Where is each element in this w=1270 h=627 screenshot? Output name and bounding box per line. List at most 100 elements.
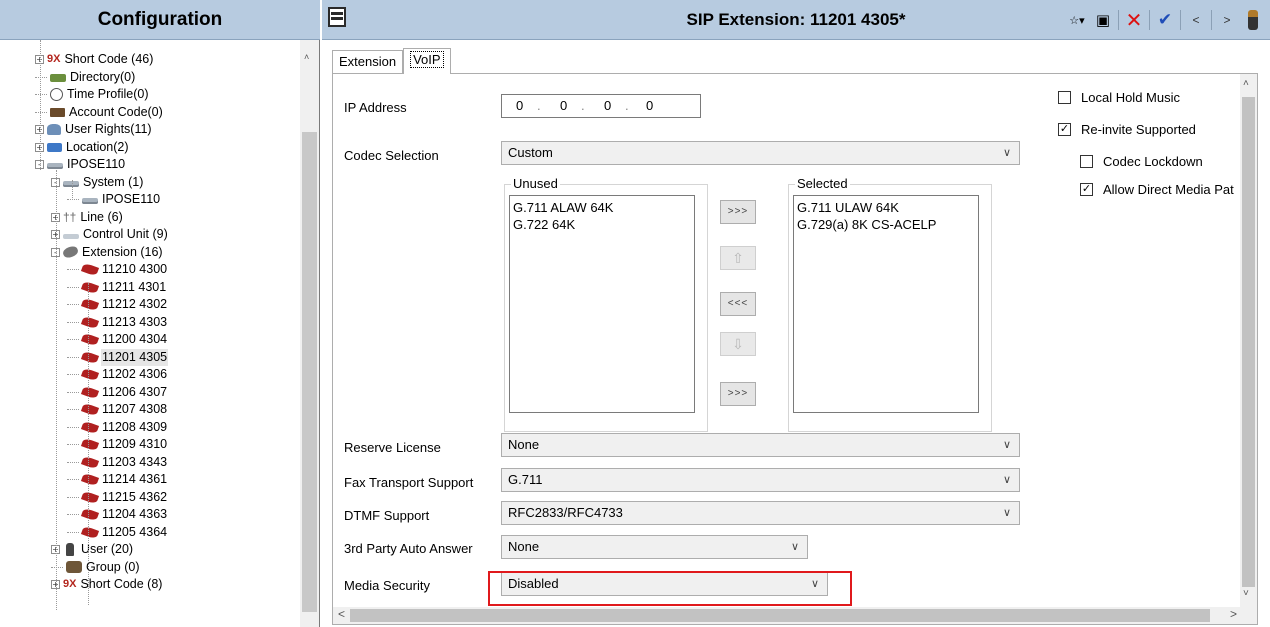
tree-item[interactable]: 11201 4305 xyxy=(67,348,169,366)
checkbox-box[interactable]: ✓ xyxy=(1058,123,1071,136)
save-icon[interactable]: ▣ xyxy=(1092,9,1114,31)
tree-item[interactable]: - System (1) xyxy=(51,174,144,191)
codec-selection-dropdown[interactable]: Custom ∨ xyxy=(501,141,1020,165)
sip-extension-header: SIP Extension: 11201 4305* ☆▾ ▣ ✕ ✔ < > xyxy=(322,0,1270,40)
auto-answer-value: None xyxy=(508,539,540,554)
tree-item-label: 11212 4302 xyxy=(102,297,168,311)
horizontal-scroll-thumb[interactable] xyxy=(350,609,1210,622)
vertical-scrollbar[interactable]: ˄ ˅ xyxy=(1240,74,1257,609)
chevron-down-icon: ∨ xyxy=(1002,507,1011,519)
ip-octet-2[interactable]: 0 xyxy=(560,95,567,117)
tree-item[interactable]: 11214 4361 xyxy=(67,471,168,488)
dtmf-support-dropdown[interactable]: RFC2833/RFC4733 ∨ xyxy=(501,501,1020,525)
remove-codec-button[interactable]: <<< xyxy=(720,292,756,316)
user-figure-icon[interactable] xyxy=(1242,9,1264,31)
tree-item[interactable]: 11208 4309 xyxy=(67,419,168,436)
checkbox-box[interactable] xyxy=(1058,91,1071,104)
tree-item-label: IPOSE110 xyxy=(67,157,126,171)
fax-transport-dropdown[interactable]: G.711 ∨ xyxy=(501,468,1020,492)
account-code-icon xyxy=(50,107,65,117)
tree-item[interactable]: + †† Line (6) xyxy=(51,209,124,226)
tree-item[interactable]: 11212 4302 xyxy=(67,296,168,313)
selected-codecs-list[interactable]: G.711 ULAW 64K G.729(a) 8K CS-ACELP xyxy=(793,195,979,413)
add-all-codecs-button[interactable]: >>> xyxy=(720,382,756,406)
new-icon[interactable]: ☆▾ xyxy=(1066,9,1088,31)
sip-extension-pane: SIP Extension: 11201 4305* ☆▾ ▣ ✕ ✔ < > … xyxy=(322,0,1270,627)
codec-lockdown-checkbox[interactable]: Codec Lockdown xyxy=(1080,154,1203,169)
move-down-button[interactable]: ⇩ xyxy=(720,332,756,356)
list-item[interactable]: G.722 64K xyxy=(513,216,691,233)
extension-icon xyxy=(80,455,100,469)
tree-item[interactable]: Account Code(0) xyxy=(35,104,164,121)
tree-item[interactable]: Group (0) xyxy=(51,559,141,576)
tree-item[interactable]: 11202 4306 xyxy=(67,366,168,383)
checkbox-box[interactable] xyxy=(1080,155,1093,168)
tree-connector xyxy=(67,269,79,270)
tree-item[interactable]: 11205 4364 xyxy=(67,524,168,541)
tree-item[interactable]: + Location(2) xyxy=(35,139,130,156)
tree-item[interactable]: 11203 4343 xyxy=(67,454,168,471)
tree-item[interactable]: 11200 4304 xyxy=(67,331,168,348)
tree-item[interactable]: +9X Short Code (8) xyxy=(51,576,163,593)
tree-connector xyxy=(67,321,79,323)
scroll-right-arrow-icon[interactable]: > xyxy=(1230,607,1237,621)
tree-item[interactable]: 11210 4300 xyxy=(67,261,168,278)
tab-voip[interactable]: VoIP xyxy=(403,48,451,74)
tree-item[interactable]: + Control Unit (9) xyxy=(51,226,169,243)
tree-item[interactable]: +9X Short Code (46) xyxy=(35,51,154,68)
tree-scroll-thumb[interactable] xyxy=(302,132,317,612)
ip-octet-4[interactable]: 0 xyxy=(646,95,653,117)
next-icon[interactable]: > xyxy=(1216,9,1238,31)
scroll-down-arrow-icon[interactable]: ˅ xyxy=(1243,588,1249,599)
list-item[interactable]: G.711 ULAW 64K xyxy=(797,199,975,216)
tree-item-label: Group (0) xyxy=(86,559,140,574)
delete-icon[interactable]: ✕ xyxy=(1123,9,1145,32)
horizontal-scrollbar[interactable]: < > xyxy=(333,607,1257,624)
auto-answer-dropdown[interactable]: None ∨ xyxy=(501,535,808,559)
checkbox-box[interactable]: ✓ xyxy=(1080,183,1093,196)
scroll-up-arrow-icon[interactable]: ˄ xyxy=(1243,78,1249,89)
ip-address-field[interactable]: 0 . 0 . 0 . 0 xyxy=(501,94,701,118)
tree-item[interactable]: 11209 4310 xyxy=(67,436,168,453)
tree-item[interactable]: 11204 4363 xyxy=(67,506,168,523)
tree-item[interactable]: IPOSE110 xyxy=(67,191,161,208)
unused-codecs-list[interactable]: G.711 ALAW 64K G.722 64K xyxy=(509,195,695,413)
add-codec-button[interactable]: >>> xyxy=(720,200,756,224)
list-item[interactable]: G.711 ALAW 64K xyxy=(513,199,691,216)
tree-item[interactable]: 11207 4308 xyxy=(67,401,168,418)
tree-item[interactable]: + User (20) xyxy=(51,541,134,558)
tree-item-label: Short Code (46) xyxy=(64,52,154,66)
tree-item[interactable]: Directory(0) xyxy=(35,69,136,86)
list-item[interactable]: G.729(a) 8K CS-ACELP xyxy=(797,216,975,233)
tree-item[interactable]: + User Rights(11) xyxy=(35,121,153,138)
previous-icon[interactable]: < xyxy=(1185,9,1207,31)
chevron-down-icon: ∨ xyxy=(1002,474,1011,486)
ip-octet-1[interactable]: 0 xyxy=(516,95,523,117)
reserve-license-dropdown[interactable]: None ∨ xyxy=(501,433,1020,457)
local-hold-music-checkbox[interactable]: Local Hold Music xyxy=(1058,90,1180,105)
tree-item[interactable]: - Extension (16) xyxy=(51,244,164,261)
tree-item[interactable]: - IPOSE110 xyxy=(35,156,126,173)
extension-icon xyxy=(80,280,100,294)
extension-icon xyxy=(80,297,100,312)
tab-extension[interactable]: Extension xyxy=(332,50,404,74)
tree-item[interactable]: 11215 4362 xyxy=(67,489,168,506)
ok-check-icon[interactable]: ✔ xyxy=(1154,9,1176,31)
tree-item[interactable]: Time Profile(0) xyxy=(35,86,150,103)
move-up-button[interactable]: ⇧ xyxy=(720,246,756,270)
tree-item[interactable]: 11211 4301 xyxy=(67,279,167,296)
scroll-up-arrow-icon[interactable]: ˄ xyxy=(304,52,309,62)
tree-scrollbar[interactable]: ˄ xyxy=(300,40,319,627)
vertical-scroll-thumb[interactable] xyxy=(1242,97,1255,587)
scroll-left-arrow-icon[interactable]: < xyxy=(338,607,345,621)
ip-octet-3[interactable]: 0 xyxy=(604,95,611,117)
tree-item[interactable]: 11213 4303 xyxy=(67,314,168,331)
clock-icon xyxy=(50,88,63,101)
tree-item[interactable]: 11206 4307 xyxy=(67,384,168,401)
tree-item-label: Location(2) xyxy=(66,139,129,154)
extension-icon xyxy=(80,472,100,487)
reinvite-supported-checkbox[interactable]: ✓ Re-invite Supported xyxy=(1058,122,1196,137)
allow-direct-media-path-checkbox[interactable]: ✓ Allow Direct Media Pat xyxy=(1080,182,1234,197)
tree-connector xyxy=(67,356,79,358)
tree-item-label: 11202 4306 xyxy=(102,367,168,381)
